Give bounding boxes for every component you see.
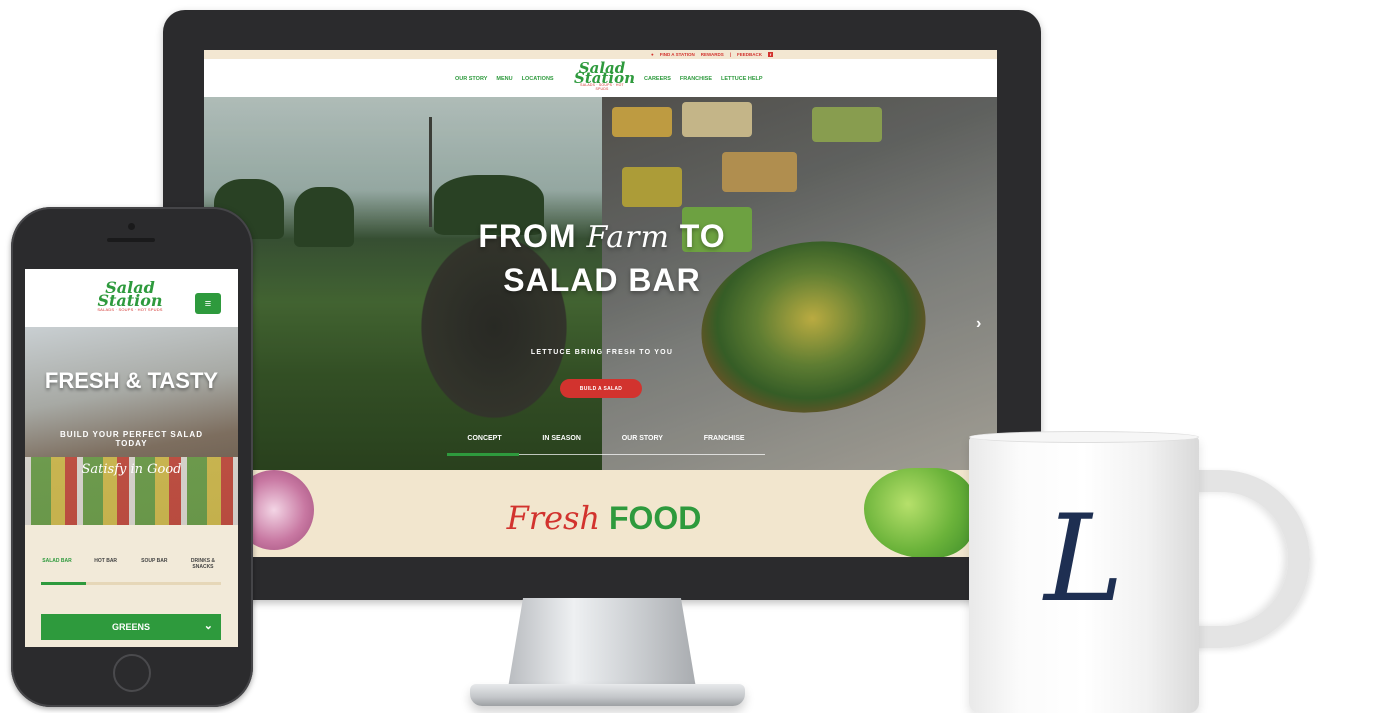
chevron-right-icon[interactable]: › bbox=[976, 315, 981, 333]
fresh-food-heading: Fresh FOOD bbox=[464, 498, 744, 538]
logo-tagline: SALADS · SOUPS · HOT SPUDS bbox=[97, 307, 163, 312]
mug-logo: L bbox=[1044, 490, 1124, 629]
nav-left-group: OUR STORY MENU LOCATIONS bbox=[455, 76, 554, 82]
mobile-hero-script: Satisfy in Good bbox=[81, 462, 182, 477]
fresh-script: Fresh bbox=[506, 499, 601, 537]
hero-title-line2: SALAD BAR bbox=[503, 262, 701, 298]
tab-drinks-snacks[interactable]: DRINKS & SNACKS bbox=[183, 558, 223, 580]
desktop-screen: ● FIND A STATION REWARDS | FEEDBACK f OU… bbox=[204, 50, 997, 557]
monitor-base bbox=[470, 684, 745, 706]
fresh-food-word: FOOD bbox=[608, 500, 702, 536]
find-station-link[interactable]: FIND A STATION bbox=[660, 52, 695, 57]
rewards-link[interactable]: REWARDS bbox=[701, 52, 724, 57]
hero-title-script: Farm bbox=[586, 220, 670, 255]
hamburger-menu-icon[interactable]: ≡ bbox=[195, 293, 221, 314]
mobile-hero-subtitle: BUILD YOUR PERFECT SALAD TODAY bbox=[60, 430, 203, 448]
mug-rim bbox=[969, 431, 1199, 443]
mobile-screen: Salad Station SALADS · SOUPS · HOT SPUDS… bbox=[25, 269, 238, 647]
tab-progress-fill bbox=[41, 582, 86, 585]
hero-banner: FROM Farm TO SALAD BAR LETTUCE BRING FRE… bbox=[204, 97, 997, 470]
hero-title-to: TO bbox=[679, 218, 726, 254]
tab-salad-bar[interactable]: SALAD BAR bbox=[37, 558, 77, 580]
tab-soup-bar[interactable]: SOUP BAR bbox=[134, 558, 174, 580]
chevron-down-icon: ⌄ bbox=[203, 620, 213, 632]
category-dropdown-value: GREENS bbox=[111, 622, 150, 632]
desktop-monitor: ● FIND A STATION REWARDS | FEEDBACK f OU… bbox=[163, 10, 1041, 600]
hero-title-from: FROM bbox=[478, 218, 577, 254]
tab-concept[interactable]: CONCEPT bbox=[467, 435, 501, 454]
utility-bar: ● FIND A STATION REWARDS | FEEDBACK f bbox=[204, 50, 997, 59]
nav-locations[interactable]: LOCATIONS bbox=[522, 76, 554, 82]
monitor-stand bbox=[508, 598, 696, 688]
mobile-menu-tabs: SALAD BAR HOT BAR SOUP BAR DRINKS & SNAC… bbox=[37, 558, 223, 580]
hero-subtitle: LETTUCE BRING FRESH TO YOU bbox=[530, 349, 674, 356]
nav-franchise[interactable]: FRANCHISE bbox=[680, 76, 712, 82]
tab-active-indicator bbox=[447, 453, 519, 456]
speaker-grille bbox=[107, 238, 155, 242]
nav-menu[interactable]: MENU bbox=[496, 76, 512, 82]
category-dropdown[interactable]: GREENS ⌄ bbox=[41, 614, 221, 640]
nav-right-group: CAREERS FRANCHISE LETTUCE HELP bbox=[644, 76, 763, 82]
mobile-hero-title: FRESH & TASTY bbox=[44, 368, 219, 393]
mobile-phone: Salad Station SALADS · SOUPS · HOT SPUDS… bbox=[11, 207, 253, 707]
nav-lettuce-help[interactable]: LETTUCE HELP bbox=[721, 76, 763, 82]
home-button[interactable] bbox=[113, 654, 151, 692]
main-nav: OUR STORY MENU LOCATIONS Salad Station S… bbox=[204, 59, 997, 97]
mobile-header: Salad Station SALADS · SOUPS · HOT SPUDS… bbox=[25, 269, 238, 327]
nav-our-story[interactable]: OUR STORY bbox=[455, 76, 487, 82]
mobile-hero: FRESH & TASTY BUILD YOUR PERFECT SALAD T… bbox=[25, 327, 238, 525]
build-a-salad-button[interactable]: BUILD A SALAD bbox=[560, 379, 642, 398]
facebook-icon[interactable]: f bbox=[768, 52, 774, 57]
tab-franchise[interactable]: FRANCHISE bbox=[704, 435, 745, 454]
tab-our-story[interactable]: OUR STORY bbox=[622, 435, 663, 454]
feedback-link[interactable]: FEEDBACK bbox=[737, 52, 762, 57]
hero-title: FROM Farm TO SALAD BAR bbox=[402, 215, 802, 301]
hero-tabs: CONCEPT IN SEASON OUR STORY FRANCHISE bbox=[447, 435, 765, 456]
utility-separator: | bbox=[729, 52, 731, 57]
logo-tagline: SALADS · SOUPS · HOT SPUDS bbox=[580, 83, 624, 91]
tab-progress-track bbox=[41, 582, 221, 585]
tab-hot-bar[interactable]: HOT BAR bbox=[86, 558, 126, 580]
mobile-logo[interactable]: Salad Station SALADS · SOUPS · HOT SPUDS bbox=[95, 280, 165, 313]
nav-careers[interactable]: CAREERS bbox=[644, 76, 671, 82]
camera-icon bbox=[128, 223, 135, 230]
location-pin-icon: ● bbox=[651, 52, 654, 57]
site-logo[interactable]: Salad Station SALADS · SOUPS · HOT SPUDS bbox=[574, 61, 635, 93]
tab-in-season[interactable]: IN SEASON bbox=[542, 435, 581, 454]
